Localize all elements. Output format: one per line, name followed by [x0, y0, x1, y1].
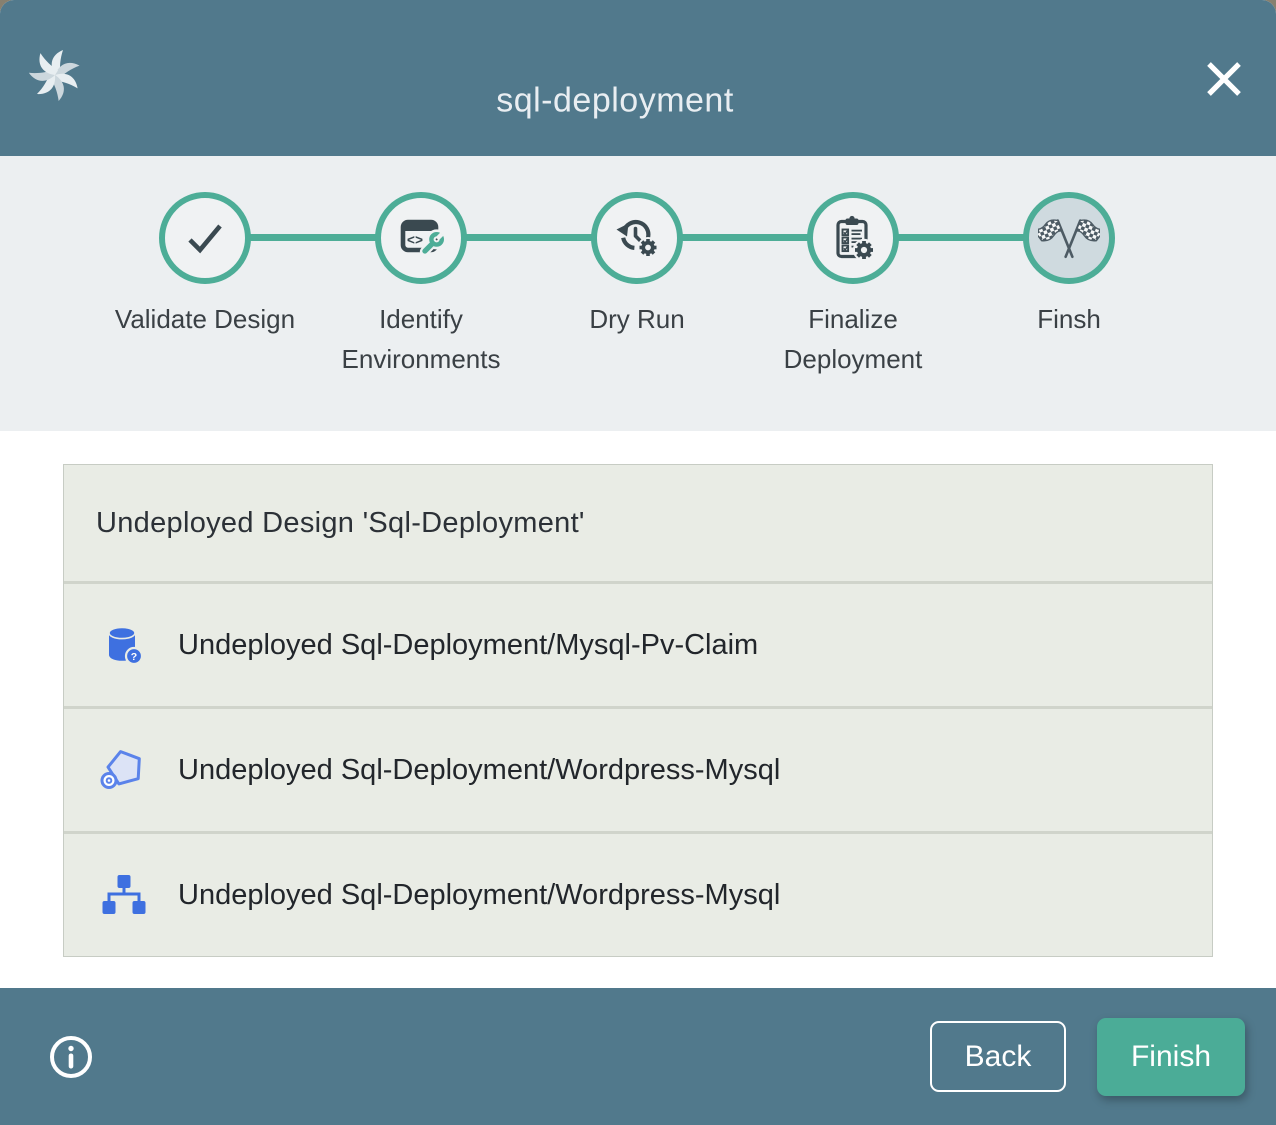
svg-text:<>: <>: [407, 235, 423, 250]
database-icon: ?: [98, 623, 150, 667]
deployment-wizard-dialog: sql-deployment Validate Design: [0, 0, 1276, 1125]
dry-run-icon: [591, 192, 683, 284]
close-button[interactable]: [1202, 57, 1246, 101]
resource-status-row: ? Undeployed Sql-Deployment/Mysql-Pv-Cla…: [64, 581, 1212, 706]
service-pentagon-icon: [98, 747, 150, 793]
deployment-hierarchy-icon: [98, 873, 150, 917]
step-dry-run: Dry Run: [529, 192, 745, 379]
results-panel: Undeployed Design 'Sql-Deployment' ? Und…: [0, 431, 1276, 988]
clipboard-gear-icon: [807, 192, 899, 284]
resource-status-row: Undeployed Sql-Deployment/Wordpress-Mysq…: [64, 831, 1212, 956]
info-button[interactable]: [47, 1033, 95, 1081]
step-label: Finalize Deployment: [758, 299, 948, 379]
finish-button[interactable]: Finish: [1097, 1018, 1245, 1096]
dialog-footer: Back Finish: [0, 988, 1276, 1125]
step-finalize-deployment: Finalize Deployment: [745, 192, 961, 379]
step-validate-design: Validate Design: [97, 192, 313, 379]
close-icon: [1202, 89, 1246, 104]
design-status-row: Undeployed Design 'Sql-Deployment': [64, 465, 1212, 581]
dialog-header: sql-deployment: [0, 0, 1276, 156]
back-button[interactable]: Back: [930, 1021, 1066, 1092]
stepper: Validate Design <>: [0, 156, 1276, 431]
results-card: Undeployed Design 'Sql-Deployment' ? Und…: [63, 464, 1213, 957]
resource-status-row: Undeployed Sql-Deployment/Wordpress-Mysq…: [64, 706, 1212, 831]
meshery-logo-icon: [27, 47, 83, 103]
info-icon: [47, 1069, 95, 1084]
code-tools-icon: <>: [375, 192, 467, 284]
step-label: Validate Design: [115, 299, 295, 339]
resource-status-text: Undeployed Sql-Deployment/Mysql-Pv-Claim: [178, 629, 758, 662]
svg-text:?: ?: [131, 651, 137, 663]
finish-flags-icon: [1023, 192, 1115, 284]
step-identify-environments: <> Identify Environments: [313, 192, 529, 379]
resource-status-text: Undeployed Sql-Deployment/Wordpress-Mysq…: [178, 879, 780, 912]
step-label: Identify Environments: [326, 299, 516, 379]
step-finish: Finsh: [961, 192, 1177, 379]
step-label: Dry Run: [589, 299, 684, 339]
step-label: Finsh: [1037, 299, 1101, 339]
check-icon: [159, 192, 251, 284]
dialog-title: sql-deployment: [496, 81, 734, 120]
design-status-text: Undeployed Design 'Sql-Deployment': [96, 507, 585, 540]
resource-status-text: Undeployed Sql-Deployment/Wordpress-Mysq…: [178, 754, 780, 787]
